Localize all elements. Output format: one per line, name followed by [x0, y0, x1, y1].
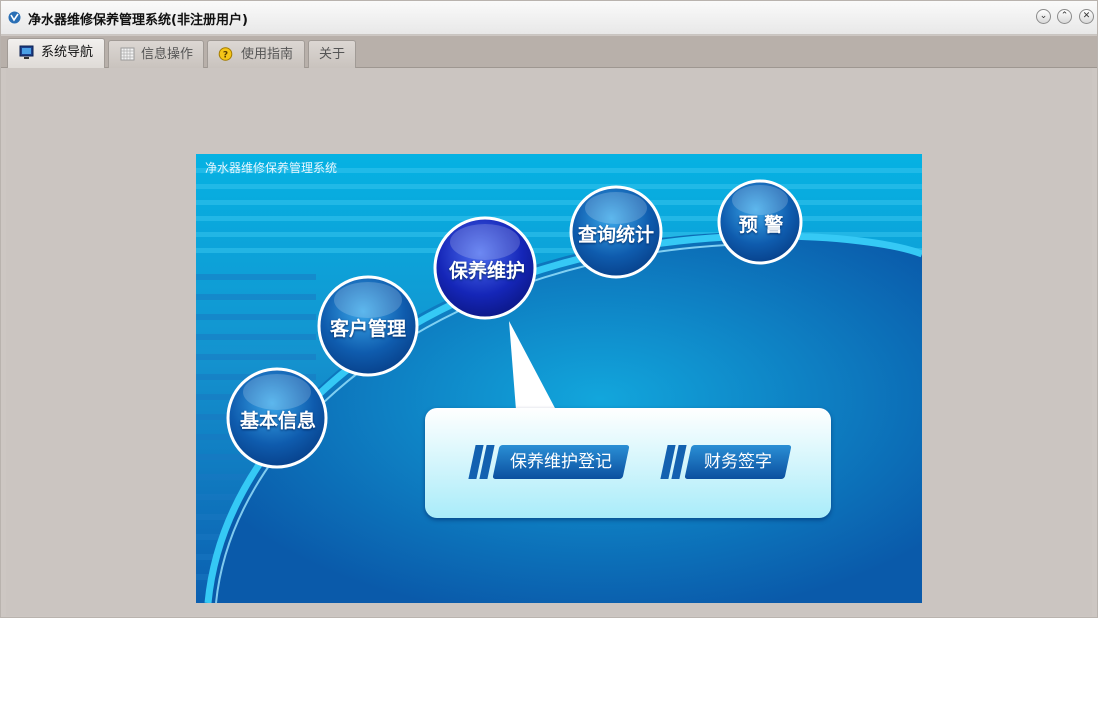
tab-label: 系统导航 — [41, 45, 94, 60]
tab-user-guide[interactable]: ? 使用指南 — [207, 40, 305, 68]
module-warning[interactable]: 预 警 — [726, 210, 796, 237]
app-logo-icon — [8, 11, 21, 24]
tab-system-navigation[interactable]: 系统导航 — [7, 38, 105, 69]
navigation-banner: 净水器维修保养管理系统 基本信息 客户管理 保养维护 查询统计 预 警 保养维护… — [196, 154, 922, 603]
tab-label: 关于 — [319, 47, 346, 62]
tab-information-operation[interactable]: 信息操作 — [108, 40, 204, 68]
module-query-statistics[interactable]: 查询统计 — [574, 220, 658, 247]
tab-about[interactable]: 关于 — [308, 40, 356, 68]
tab-bar: 系统导航 信息操作 ? 使用指南 关于 — [1, 36, 1097, 69]
svg-text:?: ? — [223, 51, 228, 61]
title-bar: 净水器维修保养管理系统(非注册用户) ⌄ ⌃ ✕ — [1, 1, 1097, 35]
restore-button[interactable]: ⌃ — [1057, 9, 1072, 24]
pill-label: 财务签字 — [704, 452, 772, 472]
finance-signature-button[interactable]: 财务签字 — [684, 445, 792, 479]
tab-label: 使用指南 — [241, 47, 294, 62]
grid-icon — [120, 47, 135, 61]
help-icon: ? — [218, 47, 233, 61]
module-customer-management[interactable]: 客户管理 — [328, 314, 408, 341]
tab-label: 信息操作 — [141, 47, 194, 62]
pill-label: 保养维护登记 — [510, 452, 612, 472]
window-title: 净水器维修保养管理系统(非注册用户) — [28, 13, 248, 28]
minimize-button[interactable]: ⌄ — [1036, 9, 1051, 24]
submenu-popup: 保养维护登记 财务签字 — [425, 408, 831, 518]
module-basic-info[interactable]: 基本信息 — [238, 406, 318, 433]
maintenance-registration-button[interactable]: 保养维护登记 — [492, 445, 630, 479]
banner-background — [196, 168, 922, 603]
module-maintenance[interactable]: 保养维护 — [447, 256, 527, 283]
monitor-icon — [19, 45, 34, 59]
banner-title: 净水器维修保养管理系统 — [205, 161, 338, 175]
close-button[interactable]: ✕ — [1079, 9, 1094, 24]
